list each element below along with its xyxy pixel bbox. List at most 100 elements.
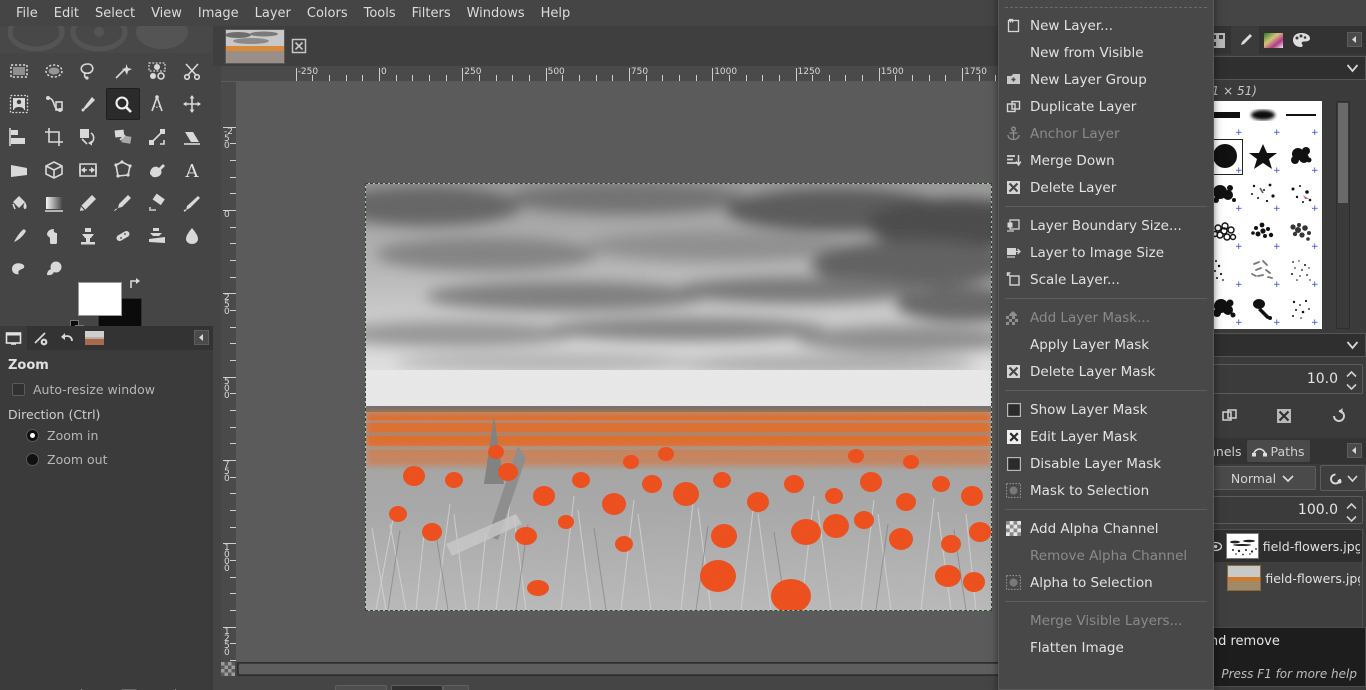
menu-item-layer-boundary-size[interactable]: Layer Boundary Size... (999, 212, 1213, 239)
menu-item-new-layer-group[interactable]: New Layer Group (999, 66, 1213, 93)
menu-item-show-layer-mask[interactable]: Show Layer Mask (999, 396, 1213, 423)
3d-transform-tool[interactable] (37, 154, 71, 186)
close-tab-button[interactable] (290, 37, 308, 55)
bucket-fill-tool[interactable] (2, 187, 36, 219)
airbrush-tool[interactable] (175, 187, 209, 219)
paintbrush-tool[interactable] (106, 187, 140, 219)
color-picker-tool[interactable] (71, 88, 105, 120)
chevron-up-icon[interactable] (1345, 370, 1357, 378)
menu-file[interactable]: File (8, 2, 46, 25)
tab-tool-options[interactable] (0, 326, 27, 350)
smudge-tool[interactable] (2, 253, 36, 285)
tab-device-status[interactable] (27, 326, 54, 350)
menu-tearoff-handle[interactable] (1005, 0, 1207, 8)
menu-item-add-alpha-channel[interactable]: Add Alpha Channel (999, 515, 1213, 542)
tool-options-menu-button[interactable] (194, 330, 209, 345)
menu-item-mask-to-selection[interactable]: Mask to Selection (999, 477, 1213, 504)
menu-select[interactable]: Select (87, 2, 143, 25)
zoom-in-radio[interactable] (26, 429, 39, 442)
tab-undo-history[interactable] (54, 326, 81, 350)
perspective-tool[interactable] (2, 154, 36, 186)
chevron-down-icon[interactable] (1345, 383, 1357, 390)
rect-select-tool[interactable] (2, 55, 36, 87)
brush-secondary-dropdown[interactable] (1203, 333, 1366, 357)
menu-item-delete-layer-mask[interactable]: Delete Layer Mask (999, 358, 1213, 385)
gradient-tool[interactable] (37, 187, 71, 219)
layer-opacity-stepper[interactable] (1343, 500, 1359, 524)
image-tab-thumbnail[interactable] (225, 29, 285, 64)
brush-size-stepper[interactable] (1343, 368, 1359, 392)
tab-palettes[interactable] (1287, 26, 1315, 54)
foreground-select-tool[interactable] (2, 88, 36, 120)
tab-images[interactable] (81, 326, 108, 350)
menu-item-disable-layer-mask[interactable]: Disable Layer Mask (999, 450, 1213, 477)
menu-help[interactable]: Help (533, 2, 579, 25)
foreground-color-swatch[interactable] (78, 282, 122, 316)
menu-item-flatten-image[interactable]: Flatten Image (999, 634, 1213, 661)
ellipse-select-tool[interactable] (37, 55, 71, 87)
clone-tool[interactable] (71, 220, 105, 252)
layer-list-item[interactable]: field-flowers.jpg (1206, 562, 1362, 594)
chevron-up-icon[interactable] (1345, 502, 1357, 510)
fuzzy-select-tool[interactable] (106, 55, 140, 87)
zoom-level-input[interactable]: 33.3 % (391, 685, 443, 690)
zoom-out-option[interactable]: Zoom out (26, 452, 205, 467)
menu-image[interactable]: Image (190, 2, 247, 25)
menu-item-new-from-visible[interactable]: New from Visible (999, 39, 1213, 66)
alignment-tool[interactable] (2, 121, 36, 153)
layer-list-item[interactable]: field-flowers.jpg ( (1206, 530, 1362, 562)
vertical-ruler[interactable]: -250 0 250 500 750 1000 1250 (221, 82, 237, 662)
zoom-dropdown-button[interactable] (443, 685, 469, 690)
brush-grid[interactable]: + + + + + + + + + + + + + + + + + + (1207, 101, 1322, 329)
dodge-burn-tool[interactable] (37, 253, 71, 285)
layer-blend-space-button[interactable] (1320, 465, 1366, 491)
zoom-out-radio[interactable] (26, 453, 39, 466)
menu-item-duplicate-layer[interactable]: Duplicate Layer (999, 93, 1213, 120)
image-canvas[interactable] (365, 183, 992, 611)
chevron-down-icon[interactable] (1345, 515, 1357, 522)
tab-gradients[interactable] (1259, 26, 1287, 54)
select-by-color-tool[interactable] (140, 55, 174, 87)
menu-windows[interactable]: Windows (459, 2, 533, 25)
free-select-tool[interactable] (71, 55, 105, 87)
blur-sharpen-tool[interactable] (175, 220, 209, 252)
paths-tab[interactable]: Paths (1246, 440, 1310, 462)
flip-tool[interactable] (71, 154, 105, 186)
delete-brush-icon[interactable] (1275, 407, 1293, 425)
ink-tool[interactable] (2, 220, 36, 252)
mypaint-brush-tool[interactable] (37, 220, 71, 252)
swap-colors-icon[interactable] (128, 276, 144, 292)
heal-tool[interactable] (106, 220, 140, 252)
cage-transform-tool[interactable] (106, 154, 140, 186)
crop-tool[interactable] (37, 121, 71, 153)
menu-colors[interactable]: Colors (299, 2, 356, 25)
text-tool[interactable]: A (175, 154, 209, 186)
warp-transform-tool[interactable] (140, 154, 174, 186)
zoom-in-option[interactable]: Zoom in (26, 428, 205, 443)
quick-mask-toggle[interactable] (221, 662, 236, 677)
menu-item-scale-layer[interactable]: Scale Layer... (999, 266, 1213, 293)
auto-resize-option[interactable]: Auto-resize window (12, 382, 205, 397)
brush-size-spinner[interactable]: 10.0 (1205, 364, 1363, 394)
auto-resize-checkbox[interactable] (12, 383, 25, 396)
refresh-brushes-icon[interactable] (1330, 407, 1348, 425)
shear-tool[interactable] (175, 121, 209, 153)
layers-dock-menu-button[interactable] (1347, 443, 1362, 458)
tab-paintbrush[interactable] (1231, 26, 1259, 54)
brush-grid-scrollbar[interactable] (1336, 101, 1350, 329)
perspective-clone-tool[interactable] (140, 220, 174, 252)
eraser-tool[interactable] (140, 187, 174, 219)
menu-tools[interactable]: Tools (356, 2, 404, 25)
zoom-tool[interactable] (105, 88, 140, 120)
pencil-tool[interactable] (71, 187, 105, 219)
rotate-tool[interactable] (71, 121, 105, 153)
unified-transform-tool[interactable] (106, 121, 140, 153)
menu-item-new-layer[interactable]: New Layer... (999, 12, 1213, 39)
menu-item-alpha-to-selection[interactable]: Alpha to Selection (999, 569, 1213, 596)
handle-transform-tool[interactable] (140, 121, 174, 153)
menu-item-apply-layer-mask[interactable]: Apply Layer Mask (999, 331, 1213, 358)
paths-tool[interactable] (37, 88, 71, 120)
move-tool[interactable] (175, 88, 209, 120)
brush-preset-dropdown[interactable] (1203, 56, 1366, 80)
menu-view[interactable]: View (143, 2, 190, 25)
